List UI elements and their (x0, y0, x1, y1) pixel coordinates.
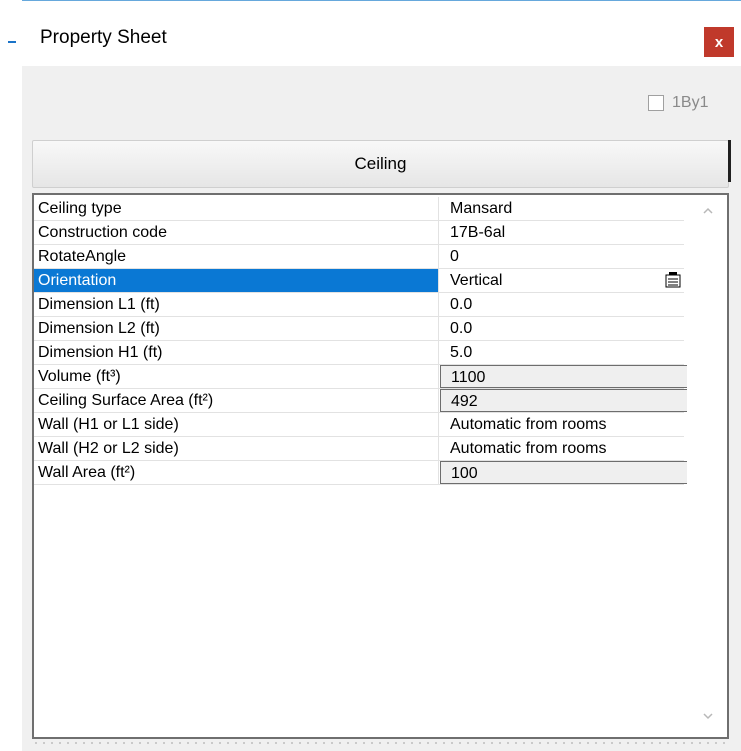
property-grid: Ceiling type Mansard Construction code 1… (32, 193, 729, 739)
property-value-dropdown[interactable]: Automatic from rooms (440, 437, 684, 460)
property-row-rotate-angle[interactable]: RotateAngle 0 (34, 245, 684, 269)
ellipsis-editor-icon[interactable] (664, 271, 682, 289)
property-value-dropdown[interactable]: Mansard (440, 197, 684, 220)
tab-ceiling-label: Ceiling (354, 154, 407, 173)
property-row-wall-h1-l1[interactable]: Wall (H1 or L1 side) Automatic from room… (34, 413, 684, 437)
property-row-ceiling-surface-area: Ceiling Surface Area (ft²) 492 (34, 389, 702, 413)
property-name: Ceiling type (34, 197, 439, 220)
property-name: Orientation (34, 269, 439, 292)
property-name: Dimension L2 (ft) (34, 317, 439, 340)
close-icon: x (714, 33, 724, 51)
property-name: Construction code (34, 221, 439, 244)
property-row-dimension-l2[interactable]: Dimension L2 (ft) 0.0 (34, 317, 684, 341)
title-bar[interactable]: Property Sheet x (22, 1, 741, 66)
property-value-readonly: 492 (440, 389, 702, 412)
property-name: Dimension L1 (ft) (34, 293, 439, 316)
property-value-text: Vertical (450, 272, 503, 289)
property-value-readonly: 1100 (440, 365, 702, 388)
property-row-wall-h2-l2[interactable]: Wall (H2 or L2 side) Automatic from room… (34, 437, 684, 461)
property-name: Ceiling Surface Area (ft²) (34, 389, 439, 412)
resize-grip-dots[interactable] (32, 741, 729, 745)
property-row-wall-area: Wall Area (ft²) 100 (34, 461, 702, 485)
chevron-up-icon[interactable] (702, 205, 714, 217)
property-name: RotateAngle (34, 245, 439, 268)
tab-ceiling[interactable]: Ceiling (32, 140, 729, 188)
one-by-one-label: 1By1 (672, 94, 709, 111)
property-value-dropdown[interactable]: Vertical (440, 269, 684, 292)
property-row-orientation[interactable]: Orientation Vertical (34, 269, 684, 293)
window-title: Property Sheet (40, 27, 167, 48)
vertical-scrollbar[interactable] (687, 195, 727, 737)
property-sheet-panel: Property Sheet x 1By1 Ceiling Ceiling ty… (22, 0, 741, 751)
property-value-readonly: 100 (440, 461, 702, 484)
property-name: Wall Area (ft²) (34, 461, 439, 484)
one-by-one-checkbox[interactable] (648, 95, 664, 111)
window-edge-marker (8, 41, 16, 43)
property-value-field[interactable]: 0 (440, 245, 684, 268)
property-value-field[interactable]: 5.0 (440, 341, 684, 364)
property-value-field[interactable]: 17B-6al (440, 221, 684, 244)
property-row-ceiling-type[interactable]: Ceiling type Mansard (34, 197, 684, 221)
property-row-dimension-l1[interactable]: Dimension L1 (ft) 0.0 (34, 293, 684, 317)
chevron-down-icon[interactable] (702, 710, 714, 722)
close-button[interactable]: x (704, 27, 734, 57)
property-name: Wall (H1 or L1 side) (34, 413, 439, 436)
property-value-field[interactable]: 0.0 (440, 293, 684, 316)
property-name: Dimension H1 (ft) (34, 341, 439, 364)
property-row-volume: Volume (ft³) 1100 (34, 365, 702, 389)
one-by-one-option[interactable]: 1By1 (648, 92, 708, 114)
property-value-dropdown[interactable]: Automatic from rooms (440, 413, 684, 436)
property-row-construction-code[interactable]: Construction code 17B-6al (34, 221, 684, 245)
property-name: Wall (H2 or L2 side) (34, 437, 439, 460)
property-value-field[interactable]: 0.0 (440, 317, 684, 340)
property-name: Volume (ft³) (34, 365, 439, 388)
property-row-dimension-h1[interactable]: Dimension H1 (ft) 5.0 (34, 341, 684, 365)
tab-edge-marker (728, 140, 731, 182)
background-window-edge (0, 0, 23, 751)
